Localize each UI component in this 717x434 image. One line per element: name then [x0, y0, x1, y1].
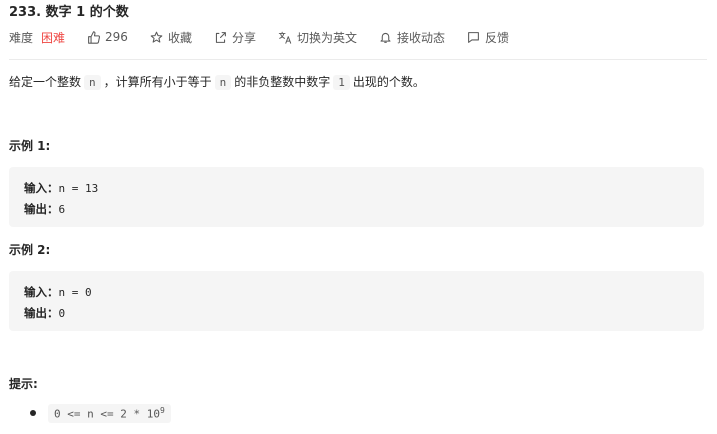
constraint-text: 0 <= n <= 2 * 10 — [54, 407, 160, 421]
input-value: n = 13 — [58, 182, 99, 195]
desc-text-2: ，计算所有小于等于 — [103, 75, 212, 89]
favorite-label: 收藏 — [167, 30, 192, 45]
input-value: n = 0 — [58, 286, 92, 299]
desc-code-1: 1 — [333, 75, 350, 90]
desc-code-n-2: n — [214, 75, 232, 90]
subscribe-button[interactable]: 接收动态 — [379, 29, 445, 46]
output-label: 输出： — [24, 202, 59, 216]
feedback-icon — [468, 31, 479, 43]
feedback-label: 反馈 — [485, 30, 510, 45]
like-button[interactable]: 296 — [87, 30, 128, 44]
output-value: 0 — [58, 307, 66, 320]
example-1-input-row: 输入：n = 13 — [24, 178, 689, 199]
translate-icon — [278, 31, 292, 44]
translate-button[interactable]: 切换为英文 — [278, 29, 357, 46]
feedback-button[interactable]: 反馈 — [467, 29, 509, 46]
desc-text-4: 出现的个数。 — [352, 75, 425, 89]
star-icon — [150, 31, 163, 43]
problem-title: 233. 数字 1 的个数 — [9, 5, 129, 20]
input-label: 输入： — [24, 181, 59, 195]
share-icon — [215, 31, 226, 43]
desc-text-3: 的非负整数中数字 — [234, 75, 331, 89]
example-2-input-row: 输入：n = 0 — [24, 282, 689, 303]
difficulty-label: 难度 — [9, 30, 34, 45]
thumbs-up-icon — [88, 30, 101, 44]
translate-label: 切换为英文 — [296, 30, 357, 45]
constraint-code: 0 <= n <= 2 * 109 — [48, 404, 171, 423]
output-label: 输出： — [24, 306, 59, 320]
example-2-box: 输入：n = 0 输出：0 — [9, 271, 704, 331]
bell-icon — [380, 32, 391, 43]
hints-title: 提示: — [9, 377, 38, 391]
input-label: 输入： — [24, 285, 59, 299]
example-2-output-row: 输出：0 — [24, 303, 689, 324]
header-divider — [9, 59, 707, 60]
constraint-exponent: 9 — [159, 406, 165, 415]
example-1-box: 输入：n = 13 输出：6 — [9, 167, 704, 227]
problem-description: 给定一个整数 n ，计算所有小于等于 n 的非负整数中数字 1 出现的个数。 — [9, 73, 425, 90]
problem-meta-bar: 难度 困难 296 收藏 分享 切换为英文 接收动态 反馈 — [9, 28, 531, 46]
like-count: 296 — [105, 30, 128, 44]
subscribe-label: 接收动态 — [396, 30, 445, 45]
example-2-title: 示例 2: — [9, 243, 51, 257]
share-label: 分享 — [231, 30, 256, 45]
constraint-item: 0 <= n <= 2 * 109 — [30, 404, 171, 423]
example-1-output-row: 输出：6 — [24, 199, 689, 220]
example-1-title: 示例 1: — [9, 139, 51, 153]
bullet-dot — [30, 410, 36, 417]
desc-text-1: 给定一个整数 — [9, 75, 82, 89]
difficulty-badge: 困难 — [41, 30, 66, 45]
share-button[interactable]: 分享 — [214, 29, 256, 46]
favorite-button[interactable]: 收藏 — [150, 29, 192, 46]
output-value: 6 — [58, 203, 66, 216]
desc-code-n-1: n — [84, 75, 101, 90]
